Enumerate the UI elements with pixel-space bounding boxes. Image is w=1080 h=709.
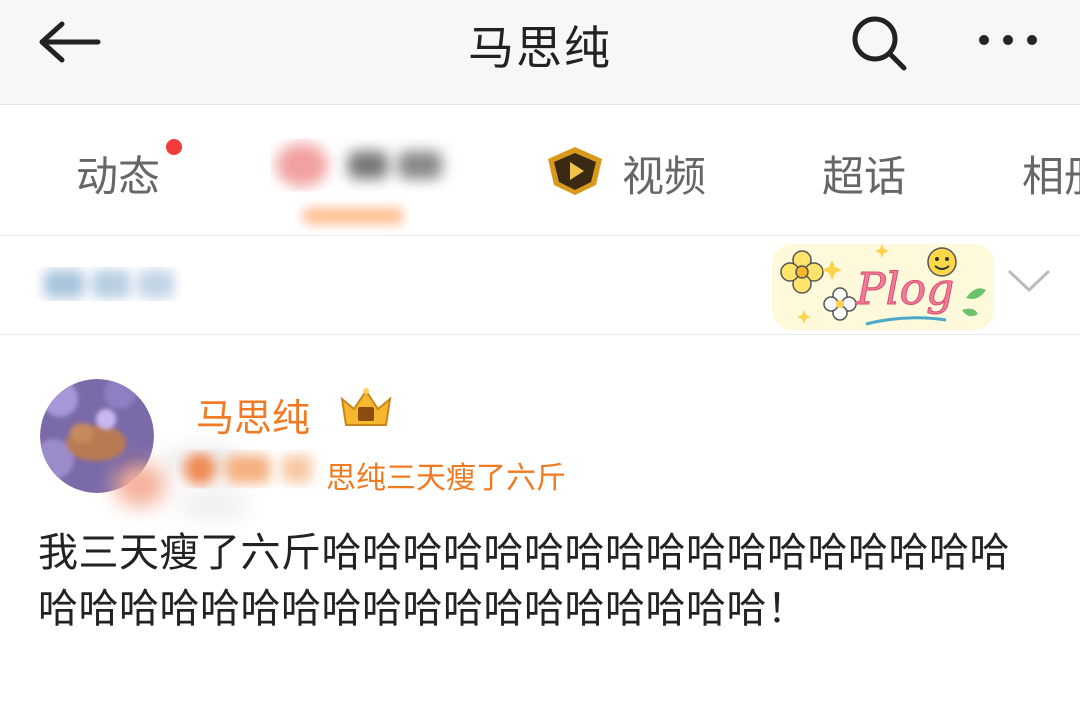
chevron-down-icon[interactable]: [1004, 262, 1054, 302]
tab-video[interactable]: 视频: [622, 143, 706, 204]
search-icon[interactable]: [848, 12, 910, 74]
more-horizontal-icon[interactable]: [972, 22, 1044, 58]
top-bar: 马思纯: [0, 0, 1080, 105]
vip-crown-icon: [340, 388, 392, 426]
page-title: 马思纯: [468, 21, 612, 75]
plog-sticker: Plog: [772, 244, 994, 330]
tab-dongtai[interactable]: 动态: [76, 143, 160, 204]
tab-blurred[interactable]: [270, 135, 460, 195]
post-source-blurred: [184, 453, 312, 485]
profile-tabs: 动态 视频 超话 相册: [0, 105, 1080, 236]
post-card: 马思纯 思纯三天瘦了六斤 我三天瘦了六斤哈哈哈哈哈哈哈哈哈哈哈哈哈哈哈哈哈哈哈哈…: [0, 335, 1080, 709]
video-badge-icon: [548, 147, 602, 195]
notification-dot: [166, 139, 182, 155]
tab-chaohua[interactable]: 超话: [822, 143, 906, 204]
post-source-text: 思纯三天瘦了六斤: [326, 461, 566, 496]
post-author-name[interactable]: 马思纯: [196, 387, 310, 442]
post-body-text: 我三天瘦了六斤哈哈哈哈哈哈哈哈哈哈哈哈哈哈哈哈哈哈哈哈哈哈哈哈哈哈哈哈哈哈哈哈哈…: [38, 530, 1010, 632]
active-tab-indicator: [302, 207, 404, 225]
filter-label-blurred[interactable]: [36, 258, 184, 310]
filter-row: Plog: [0, 236, 1080, 335]
tab-xiangce[interactable]: 相册: [1022, 143, 1080, 204]
